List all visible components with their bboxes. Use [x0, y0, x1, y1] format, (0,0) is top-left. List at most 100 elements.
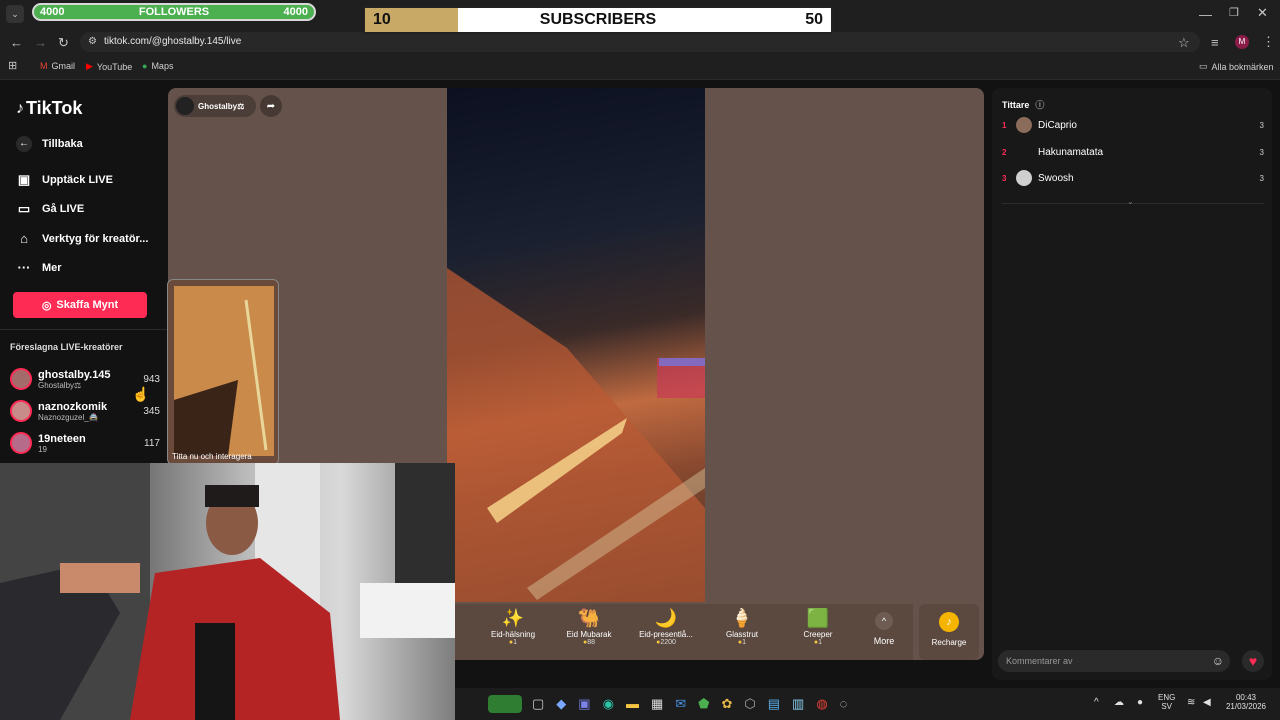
avatar — [10, 368, 32, 390]
help-icon[interactable]: ⓘ — [1035, 98, 1044, 111]
gift-item[interactable]: 🌙 Eid-presentlå... ●2200 — [626, 608, 706, 646]
camera-icon: ▭ — [17, 201, 31, 216]
remote-desktop-icon[interactable]: ▥ — [792, 696, 804, 712]
teams-icon[interactable]: ▣ — [578, 696, 590, 712]
tray-chevron-icon[interactable]: ^ — [1094, 697, 1099, 708]
back-link[interactable]: ← Tillbaka — [16, 136, 83, 152]
avatar — [1016, 117, 1032, 133]
viewer-row[interactable]: 1 DiCaprio 3 — [1002, 116, 1264, 134]
tiktok-logo[interactable]: ♪ TikTok — [16, 98, 82, 119]
mail-icon[interactable]: ✉ — [675, 696, 686, 712]
webcam-scene — [0, 463, 455, 720]
edge-icon[interactable]: ◉ — [603, 696, 614, 712]
creator-item[interactable]: 19neteen 19 117 — [10, 429, 160, 457]
tab-search-button[interactable]: ⌄ — [6, 5, 24, 23]
all-bookmarks[interactable]: ▭ Alla bokmärken — [1199, 61, 1274, 72]
image-viewer-icon[interactable]: ▤ — [768, 696, 780, 712]
nav-go-live[interactable]: ▭ Gå LIVE — [16, 201, 84, 217]
cube-icon[interactable]: ⬡ — [744, 696, 755, 712]
more-dots-icon: ··· — [17, 260, 31, 275]
gift-item[interactable]: 🍦 Glasstrut ●1 — [702, 608, 782, 646]
maps-pin-icon: ● — [142, 61, 148, 71]
bookmark-star-icon[interactable]: ☆ — [1178, 35, 1190, 51]
profile-avatar[interactable]: M — [1235, 35, 1249, 49]
avatar — [1016, 144, 1032, 160]
mini-preview-label: Titta nu och interagera — [172, 452, 252, 461]
live-tv-icon: ▣ — [17, 172, 31, 187]
apps-grid-icon[interactable]: ⊞ — [8, 59, 17, 72]
chevron-down-icon[interactable]: ⌄ — [1127, 197, 1134, 206]
clock[interactable]: 00:43 21/03/2026 — [1222, 693, 1270, 711]
suggested-creators-title: Föreslagna LIVE-kreatörer — [10, 342, 123, 352]
more-gifts-button[interactable]: ^ More — [866, 612, 902, 646]
language-indicator[interactable]: ENG SV — [1158, 693, 1175, 711]
like-heart-icon[interactable]: ♥ — [1242, 650, 1264, 672]
webcam-overlay — [0, 463, 455, 720]
forward-arrow-icon[interactable]: → — [34, 35, 47, 50]
gift-item[interactable]: 🟩 Creeper ●1 — [778, 608, 858, 646]
shield-icon[interactable]: ⬟ — [698, 696, 709, 712]
gift-item[interactable]: ✨ Eid-hälsning ●1 — [473, 608, 553, 646]
viewer-count: 117 — [144, 437, 160, 449]
url-field[interactable] — [80, 32, 1200, 52]
subscribers-goal-bar: 10 SUBSCRIBERS 50 — [363, 6, 833, 34]
nav-discover-live[interactable]: ▣ Upptäck LIVE — [16, 172, 113, 188]
followers-label: FOLLOWERS — [138, 6, 210, 18]
chrome-icon[interactable]: ◍ — [816, 696, 827, 712]
back-arrow-icon[interactable]: ← — [10, 35, 23, 50]
get-coins-button[interactable]: ◎ Skaffa Mynt — [13, 292, 147, 318]
coin-icon: ♪ — [939, 612, 959, 632]
viewer-row[interactable]: 2 Hakunamatata 3 — [1002, 143, 1264, 161]
onedrive-icon[interactable]: ☁ — [1114, 697, 1124, 708]
minimize-icon[interactable]: — — [1199, 7, 1212, 22]
gift-icon: 🐫 — [577, 608, 601, 628]
host-chip[interactable]: Ghostalby⚖ — [174, 95, 256, 117]
copilot-icon[interactable]: ◆ — [556, 696, 566, 712]
wifi-icon[interactable]: ≋ — [1187, 697, 1195, 708]
file-explorer-icon[interactable]: ▬ — [626, 696, 639, 712]
reload-icon[interactable]: ↻ — [58, 35, 69, 51]
gift-item[interactable]: 🐫 Eid Mubarak ●88 — [549, 608, 629, 646]
followers-goal-bar: 4000 FOLLOWERS 4000 — [32, 3, 316, 21]
bookmark-maps[interactable]: ● Maps — [142, 61, 173, 71]
live-video[interactable] — [447, 88, 705, 602]
store-icon[interactable]: ▦ — [651, 696, 663, 712]
avatar — [10, 432, 32, 454]
nav-more[interactable]: ··· Mer — [16, 260, 62, 275]
mini-live-preview[interactable] — [167, 279, 279, 465]
subscribers-label: SUBSCRIBERS — [539, 11, 657, 28]
volume-icon[interactable]: ◀ — [1203, 697, 1211, 708]
bookmarks-bar — [0, 54, 1280, 80]
bookmark-youtube[interactable]: ▶ YouTube — [86, 61, 132, 72]
nav-creator-tools[interactable]: ⌂ Verktyg för kreatör... — [16, 231, 148, 246]
video-scene — [447, 268, 705, 602]
media-icon[interactable]: ≡ — [1211, 35, 1219, 50]
preview-scene — [174, 286, 274, 456]
host-name: Ghostalby⚖ — [198, 101, 245, 111]
restore-icon[interactable]: ❐ — [1229, 6, 1239, 19]
widgets-icon[interactable] — [488, 695, 522, 713]
taskbar-apps: ▢ ◆ ▣ ◉ ▬ ▦ ✉ ⬟ ✿ ⬡ ▤ ▥ ◍ ◌ — [532, 696, 847, 712]
photos-icon[interactable]: ✿ — [721, 696, 732, 712]
comment-input[interactable]: Kommentarer av ☺ — [998, 650, 1230, 672]
viewer-row[interactable]: 3 Swoosh 3 — [1002, 169, 1264, 187]
back-circle-icon: ← — [16, 136, 32, 152]
bookmark-gmail[interactable]: M Gmail — [40, 61, 75, 71]
viewer-count: 345 — [143, 405, 160, 417]
task-view-icon[interactable]: ▢ — [532, 696, 544, 712]
obs-icon[interactable]: ◌ — [840, 696, 848, 712]
microphone-icon[interactable]: ● — [1137, 697, 1143, 708]
emoji-icon[interactable]: ☺ — [1212, 654, 1224, 668]
recharge-button[interactable]: ♪ Recharge — [919, 604, 979, 660]
chevron-up-icon: ^ — [875, 612, 893, 630]
menu-icon[interactable]: ⋮ — [1262, 34, 1275, 50]
avatar — [176, 97, 194, 115]
site-info-icon[interactable]: ⚙ — [88, 36, 97, 47]
share-icon[interactable]: ➦ — [260, 95, 282, 117]
mouse-cursor-icon: ☝ — [132, 386, 150, 402]
viewer-count: 943 — [143, 373, 160, 385]
gift-icon: ✨ — [501, 608, 525, 628]
folder-icon: ▭ — [1199, 61, 1208, 71]
close-icon[interactable]: ✕ — [1257, 5, 1268, 21]
viewers-header: Tittare ⓘ — [1002, 98, 1045, 111]
